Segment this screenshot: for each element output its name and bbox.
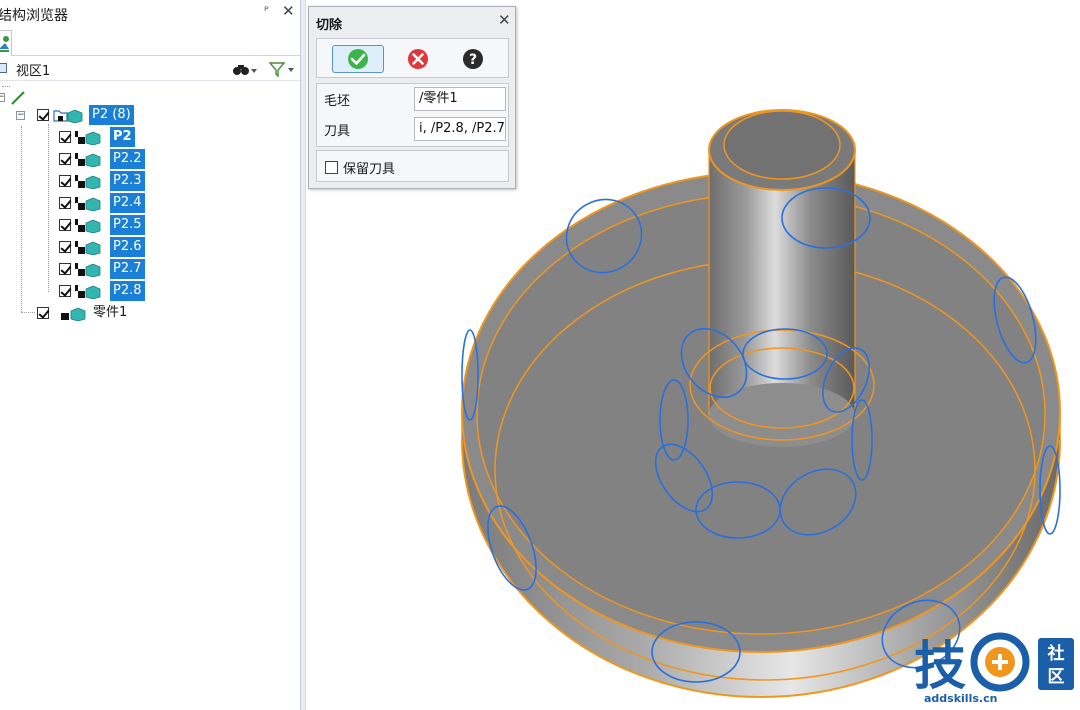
tree-item[interactable]: P2: [56, 127, 146, 149]
blank-label: 毛坯: [324, 94, 351, 109]
svg-text:社: 社: [1047, 643, 1065, 664]
dialog-fields: 毛坯 /零件1 刀具 i, /P2.8, /P2.7: [316, 83, 509, 147]
tree-expander[interactable]: −: [0, 93, 5, 102]
tool-field[interactable]: i, /P2.8, /P2.7: [414, 117, 506, 141]
tree-item-label: P2.6: [110, 237, 145, 257]
visibility-checkbox[interactable]: [59, 241, 71, 253]
visibility-checkbox[interactable]: [37, 307, 49, 319]
help-question-icon: ?: [463, 49, 483, 69]
dialog-title: 切除: [316, 18, 343, 33]
pin-icon[interactable]: ᴾ: [264, 4, 269, 18]
keep-tool-label: 保留刀具: [343, 162, 396, 177]
part-icon: [75, 263, 101, 277]
part-icon: [61, 307, 86, 321]
close-icon[interactable]: ✕: [282, 2, 295, 20]
structure-tree-tab[interactable]: [0, 30, 12, 56]
cancel-x-icon: [408, 49, 428, 69]
part-icon: [75, 219, 101, 233]
find-binoculars-icon[interactable]: [232, 61, 258, 77]
help-button[interactable]: ?: [455, 45, 491, 73]
tree-item[interactable]: P2.4: [56, 193, 146, 215]
filter-icon[interactable]: [268, 61, 296, 77]
tree-item-label: P2.7: [110, 259, 145, 279]
tree-item-label: P2.4: [110, 193, 145, 213]
svg-text:?: ?: [469, 52, 477, 68]
part-icon: [75, 241, 101, 255]
part-icon: [75, 131, 101, 145]
part-icon: [75, 175, 101, 189]
tab-strip: [0, 30, 300, 56]
tree-item-label: P2: [110, 127, 135, 147]
tree-item-label: P2.2: [110, 149, 145, 169]
checkmark-icon: [348, 49, 368, 69]
tree-item-label: P2 (8): [89, 105, 134, 125]
line-tool-icon: [11, 91, 25, 105]
visibility-checkbox[interactable]: [37, 109, 49, 121]
visibility-checkbox[interactable]: [59, 219, 71, 231]
tree-item[interactable]: P2.7: [56, 259, 146, 281]
cut-dialog: 切除 ✕ ? 毛坯 /零件1 刀具 i, /P2.8, /P2.7 保留刀具: [308, 6, 516, 189]
tree-item-label: P2.3: [110, 171, 145, 191]
panel-title: 结构浏览器: [0, 8, 68, 24]
part-icon: [75, 285, 101, 299]
visibility-checkbox[interactable]: [59, 175, 71, 187]
tree-item-label: P2.5: [110, 215, 145, 235]
panel-header: 结构浏览器 ᴾ ✕: [0, 0, 300, 30]
tree-item-label: 零件1: [93, 305, 128, 320]
dialog-toolbar: ?: [316, 38, 509, 78]
cancel-button[interactable]: [400, 45, 436, 73]
tree-item[interactable]: P2.3: [56, 171, 146, 193]
ok-button[interactable]: [332, 45, 384, 73]
assembly-folder-icon: [53, 109, 83, 123]
visibility-checkbox[interactable]: [59, 197, 71, 209]
dialog-options: 保留刀具: [316, 150, 509, 182]
tree-tab-icon: [0, 36, 9, 52]
visibility-checkbox[interactable]: [59, 153, 71, 165]
visibility-checkbox[interactable]: [59, 285, 71, 297]
tree-item[interactable]: P2.6: [56, 237, 146, 259]
tool-label: 刀具: [324, 124, 351, 139]
tree-item-label: P2.8: [110, 281, 145, 301]
tree-expander[interactable]: −: [16, 111, 25, 120]
structure-browser-panel: 结构浏览器 ᴾ ✕ 视区1 − − P2 (8) P2 P2.2 P2.3 P2…: [0, 0, 300, 710]
viewport-label: 视区1: [16, 64, 51, 79]
blank-field[interactable]: /零件1: [414, 87, 506, 111]
visibility-checkbox[interactable]: [59, 263, 71, 275]
visibility-checkbox[interactable]: [59, 131, 71, 143]
close-icon[interactable]: ✕: [498, 11, 511, 29]
part-icon: [75, 197, 101, 211]
tree-item[interactable]: P2.5: [56, 215, 146, 237]
tree-item[interactable]: P2.2: [56, 149, 146, 171]
watermark-url: addskills.cn: [924, 692, 998, 705]
keep-tool-checkbox[interactable]: [325, 161, 338, 174]
part-icon: [75, 153, 101, 167]
tree-item[interactable]: − P2 (8): [16, 105, 136, 127]
tree-item[interactable]: P2.8: [56, 281, 146, 303]
viewport-row[interactable]: 视区1: [0, 57, 300, 81]
tree-item[interactable]: 零件1: [34, 303, 144, 325]
structure-tree: − − P2 (8) P2 P2.2 P2.3 P2.4 P2.5 P2.6 P…: [0, 84, 300, 344]
viewport-icon: [0, 63, 7, 73]
watermark-glyph: 技: [914, 637, 966, 697]
svg-text:区: 区: [1048, 667, 1065, 687]
